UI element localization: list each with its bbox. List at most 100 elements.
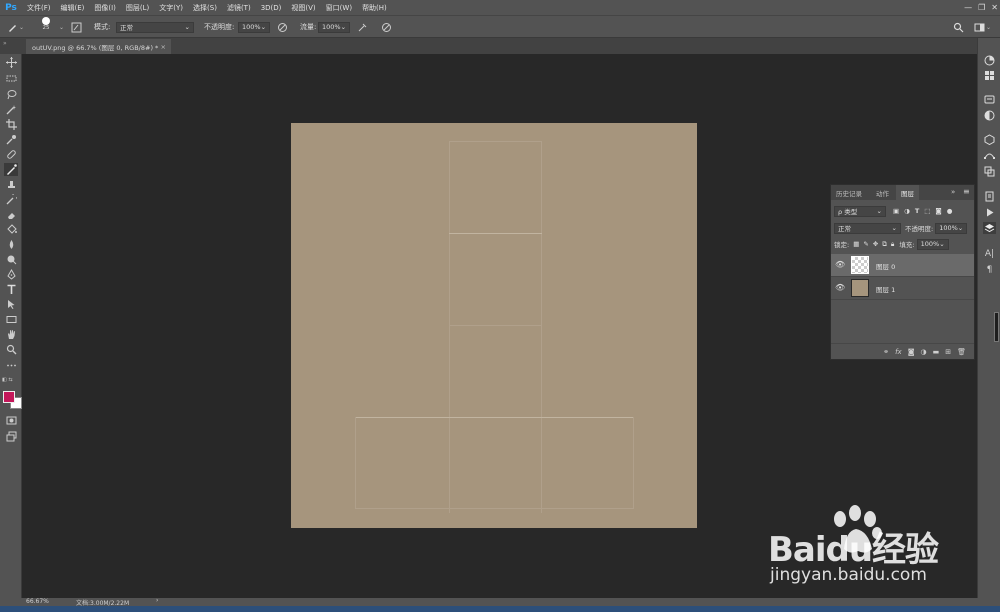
tool-preset-picker[interactable]: ⌄: [6, 20, 24, 34]
pressure-opacity-toggle[interactable]: [276, 20, 289, 34]
quick-mask-icon[interactable]: [4, 414, 18, 427]
lock-position-icon[interactable]: ✥: [873, 240, 878, 249]
foreground-color-swatch[interactable]: [3, 391, 15, 403]
new-layer-icon[interactable]: ⊞: [945, 348, 951, 356]
adjustments-panel-icon[interactable]: [983, 109, 996, 121]
brush-tool-icon[interactable]: [4, 163, 18, 176]
channels-panel-icon[interactable]: [983, 165, 996, 177]
brush-panel-toggle[interactable]: [70, 20, 83, 34]
restore-button[interactable]: ❐: [978, 3, 985, 12]
folder-icon[interactable]: ▬: [933, 348, 940, 356]
layer-opacity-input[interactable]: 100% ⌄: [935, 222, 968, 234]
brush-picker-chevron[interactable]: ⌄: [59, 20, 64, 34]
marquee-tool-icon[interactable]: [4, 72, 18, 85]
filter-toggle-icon[interactable]: ●: [947, 207, 953, 215]
filter-type-icon[interactable]: T: [915, 207, 919, 215]
close-tab-button[interactable]: ×: [161, 43, 166, 51]
screen-mode-icon[interactable]: [4, 430, 18, 443]
close-window-button[interactable]: ✕: [991, 3, 998, 12]
move-tool-icon[interactable]: [4, 56, 18, 69]
filter-smart-object-icon[interactable]: ◙: [935, 207, 941, 215]
lock-image-icon[interactable]: ✎: [863, 240, 868, 249]
dodge-tool-icon[interactable]: [4, 253, 18, 266]
menu-view[interactable]: 视图(V): [286, 3, 320, 13]
menu-filter[interactable]: 滤镜(T): [222, 3, 256, 13]
actions-panel-icon[interactable]: [983, 206, 996, 218]
tab-layers[interactable]: 图层: [896, 185, 919, 200]
blend-mode-select[interactable]: 正常 ⌄: [834, 222, 901, 234]
lock-artboard-icon[interactable]: ⧉: [882, 240, 887, 249]
menu-window[interactable]: 窗口(W): [321, 3, 357, 13]
character-panel-icon[interactable]: A|: [983, 248, 996, 260]
mode-select[interactable]: 正常 ⌄: [116, 21, 194, 33]
tab-history[interactable]: 历史记录: [831, 185, 867, 200]
tab-actions[interactable]: 动作: [871, 185, 894, 200]
menu-image[interactable]: 图像(I): [89, 3, 121, 13]
menu-edit[interactable]: 编辑(E): [56, 3, 90, 13]
adjustment-icon[interactable]: ◑: [921, 348, 927, 356]
libraries-panel-icon[interactable]: [983, 93, 996, 105]
default-colors-icon[interactable]: ◧ ⇆: [2, 377, 13, 383]
lock-all-icon[interactable]: 🔒︎: [891, 240, 894, 249]
layer-filter-select[interactable]: ρ 类型 ⌄: [834, 205, 886, 217]
layer-row[interactable]: 👁︎ 图层 0: [831, 254, 974, 277]
dock-scrollbar[interactable]: [994, 312, 999, 342]
brush-size-picker[interactable]: 25: [42, 17, 50, 37]
paragraph-panel-icon[interactable]: ¶: [983, 264, 996, 276]
flow-input[interactable]: 100% ⌄: [318, 21, 350, 33]
panel-menu-icon[interactable]: ≡: [963, 187, 970, 196]
link-icon[interactable]: ⚭: [883, 348, 889, 356]
3d-panel-icon[interactable]: [983, 133, 996, 145]
filter-adjustment-icon[interactable]: ◑: [904, 207, 910, 215]
visibility-eye-icon[interactable]: 👁︎: [835, 260, 845, 269]
menu-help[interactable]: 帮助(H): [357, 3, 392, 13]
layer-name[interactable]: 图层 1: [876, 284, 895, 294]
airbrush-toggle[interactable]: [356, 20, 369, 34]
opacity-input[interactable]: 100% ⌄: [238, 21, 270, 33]
blur-tool-icon[interactable]: [4, 238, 18, 251]
swatches-panel-icon[interactable]: [983, 69, 996, 81]
menu-3d[interactable]: 3D(D): [256, 4, 287, 12]
history-panel-icon[interactable]: [983, 190, 996, 202]
visibility-eye-icon[interactable]: 👁︎: [835, 283, 845, 292]
zoom-level[interactable]: 66.67%: [26, 598, 49, 605]
filter-pixel-icon[interactable]: ▣: [893, 207, 899, 215]
rectangle-tool-icon[interactable]: [4, 313, 18, 326]
filter-shape-icon[interactable]: ⬚: [924, 207, 930, 215]
magic-wand-tool-icon[interactable]: [4, 103, 18, 116]
path-selection-tool-icon[interactable]: [4, 298, 18, 311]
hand-tool-icon[interactable]: [4, 328, 18, 341]
document-tab[interactable]: outUV.png @ 66.7% (图层 0, RGB/8#) * ×: [26, 39, 171, 54]
zoom-tool-icon[interactable]: [4, 343, 18, 356]
trash-icon[interactable]: 🗑︎: [957, 348, 966, 356]
fx-icon[interactable]: fx: [895, 348, 902, 356]
crop-tool-icon[interactable]: [4, 118, 18, 131]
menu-file[interactable]: 文件(F): [22, 3, 56, 13]
color-panel-icon[interactable]: [983, 54, 996, 66]
menu-layer[interactable]: 图层(L): [121, 3, 154, 13]
fill-input[interactable]: 100% ⌄: [916, 238, 949, 250]
minimize-button[interactable]: —: [964, 3, 972, 12]
lock-transparent-icon[interactable]: ▦: [853, 240, 859, 249]
healing-brush-tool-icon[interactable]: [4, 148, 18, 161]
pen-tool-icon[interactable]: [4, 268, 18, 281]
layer-row[interactable]: 👁︎ 图层 1: [831, 277, 974, 300]
paths-panel-icon[interactable]: [983, 149, 996, 161]
paint-bucket-tool-icon[interactable]: [4, 223, 18, 236]
menu-select[interactable]: 选择(S): [188, 3, 222, 13]
layers-panel-icon[interactable]: [983, 222, 996, 234]
clone-stamp-tool-icon[interactable]: [4, 178, 18, 191]
more-tools-icon[interactable]: [4, 359, 18, 372]
pressure-size-toggle[interactable]: [380, 20, 393, 34]
lasso-tool-icon[interactable]: [4, 88, 18, 101]
menu-type[interactable]: 文字(Y): [154, 3, 188, 13]
status-menu-arrow[interactable]: ›: [156, 597, 158, 604]
layer-name[interactable]: 图层 0: [876, 261, 895, 271]
type-tool-icon[interactable]: [4, 283, 18, 296]
search-button[interactable]: [952, 20, 965, 34]
collapse-toolbar-icon[interactable]: »: [3, 40, 7, 47]
workspace-switcher[interactable]: ⌄: [973, 20, 991, 34]
eraser-tool-icon[interactable]: [4, 208, 18, 221]
mask-icon[interactable]: ◙: [908, 348, 915, 356]
eyedropper-tool-icon[interactable]: [4, 133, 18, 146]
